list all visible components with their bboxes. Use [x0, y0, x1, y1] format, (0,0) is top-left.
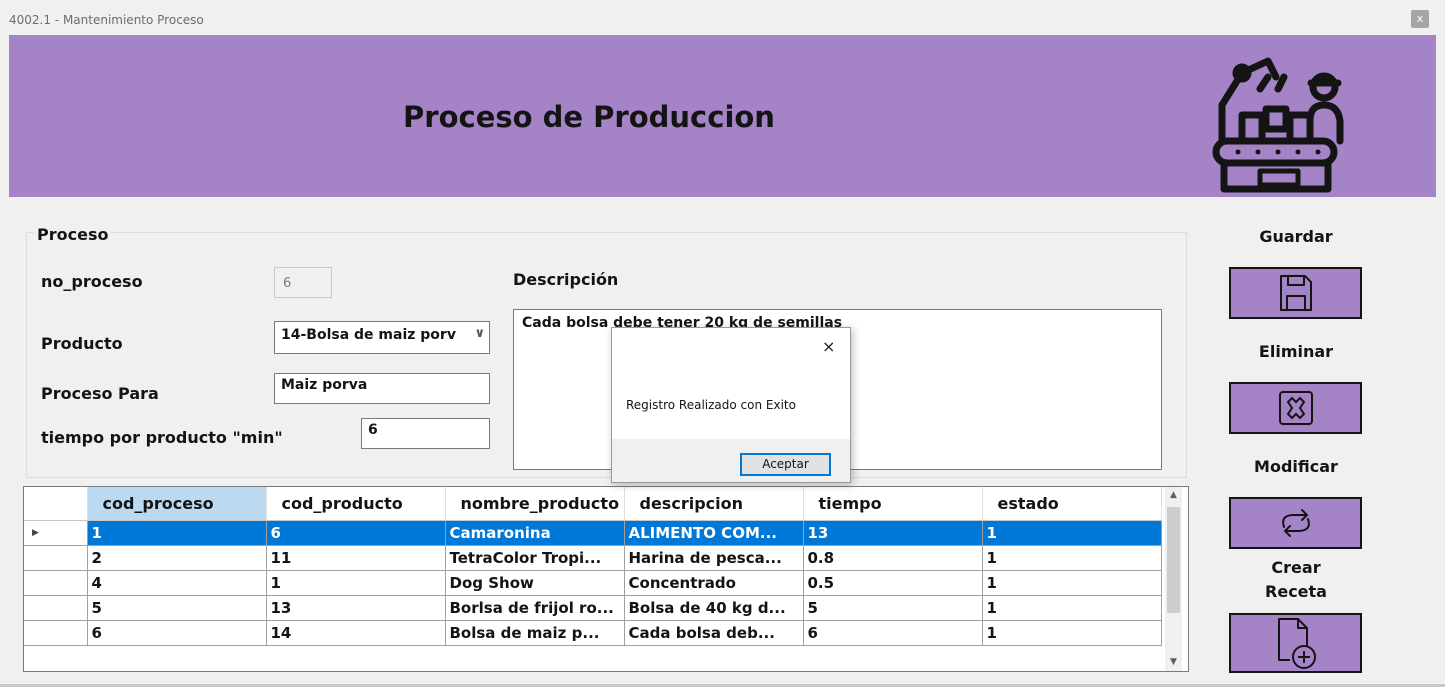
- table-cell[interactable]: 2: [87, 545, 267, 571]
- table-cell[interactable]: 1: [266, 570, 446, 596]
- column-header[interactable]: cod_producto: [266, 487, 446, 521]
- table-cell[interactable]: 1: [982, 595, 1162, 621]
- no-proceso-field[interactable]: 6: [274, 267, 332, 298]
- producto-select[interactable]: 14-Bolsa de maiz porv ∨: [274, 321, 490, 354]
- table-row[interactable]: 2 11 TetraColor Tropi... Harina de pesca…: [24, 545, 1162, 571]
- row-header[interactable]: [24, 545, 88, 571]
- table-cell[interactable]: ALIMENTO COM...: [624, 520, 804, 546]
- table-cell[interactable]: 13: [266, 595, 446, 621]
- table-cell[interactable]: Cada bolsa deb...: [624, 620, 804, 646]
- table-cell[interactable]: 13: [803, 520, 983, 546]
- tiempo-input[interactable]: 6: [361, 418, 490, 449]
- descripcion-label: Descripción: [513, 270, 619, 289]
- row-header[interactable]: [24, 595, 88, 621]
- row-header[interactable]: [24, 570, 88, 596]
- dialog-footer: Aceptar: [612, 439, 850, 482]
- grid-vertical-scrollbar[interactable]: ▲ ▼: [1165, 487, 1182, 671]
- producto-label: Producto: [41, 334, 123, 353]
- aceptar-button[interactable]: Aceptar: [740, 453, 831, 476]
- producto-select-value: 14-Bolsa de maiz porv: [281, 327, 456, 343]
- row-header-corner: [24, 487, 88, 521]
- column-header[interactable]: nombre_producto: [445, 487, 625, 521]
- crear-receta-label-line1: Crear: [1271, 558, 1321, 577]
- page-title: Proceso de Produccion: [403, 100, 775, 134]
- table-cell[interactable]: 0.8: [803, 545, 983, 571]
- table-row[interactable]: 6 14 Bolsa de maiz p... Cada bolsa deb..…: [24, 620, 1162, 646]
- dialog-close-icon[interactable]: ×: [822, 337, 835, 356]
- scroll-up-icon[interactable]: ▲: [1165, 487, 1182, 504]
- procesos-grid[interactable]: cod_proceso cod_producto nombre_producto…: [23, 486, 1189, 672]
- delete-icon: [1278, 391, 1313, 425]
- table-cell[interactable]: Harina de pesca...: [624, 545, 804, 571]
- tiempo-label: tiempo por producto "min": [41, 428, 283, 447]
- groupbox-title: Proceso: [34, 225, 112, 244]
- scroll-thumb[interactable]: [1167, 507, 1180, 613]
- table-cell[interactable]: Borlsa de frijol ro...: [445, 595, 625, 621]
- title-bar: 4002.1 - Mantenimiento Proceso x: [0, 0, 1445, 35]
- window-title: 4002.1 - Mantenimiento Proceso: [9, 13, 204, 27]
- column-header[interactable]: estado: [982, 487, 1162, 521]
- header-banner: Proceso de Produccion: [9, 35, 1436, 197]
- modificar-label: Modificar: [1254, 457, 1338, 476]
- table-cell[interactable]: Bolsa de maiz p...: [445, 620, 625, 646]
- table-cell[interactable]: 5: [803, 595, 983, 621]
- table-cell[interactable]: 6: [803, 620, 983, 646]
- proceso-para-label: Proceso Para: [41, 384, 159, 403]
- row-indicator-icon: ▶: [24, 520, 88, 546]
- table-cell[interactable]: 1: [982, 545, 1162, 571]
- table-cell[interactable]: 6: [266, 520, 446, 546]
- table-cell[interactable]: 14: [266, 620, 446, 646]
- table-cell[interactable]: 5: [87, 595, 267, 621]
- table-cell[interactable]: Bolsa de 40 kg d...: [624, 595, 804, 621]
- dialog-message: Registro Realizado con Exito: [626, 398, 796, 412]
- table-cell[interactable]: 1: [982, 620, 1162, 646]
- crear-receta-button[interactable]: [1229, 613, 1362, 673]
- table-cell[interactable]: 1: [982, 570, 1162, 596]
- column-header[interactable]: tiempo: [803, 487, 983, 521]
- table-cell[interactable]: Dog Show: [445, 570, 625, 596]
- table-cell[interactable]: TetraColor Tropi...: [445, 545, 625, 571]
- table-row[interactable]: 5 13 Borlsa de frijol ro... Bolsa de 40 …: [24, 595, 1162, 621]
- chevron-down-icon: ∨: [474, 326, 485, 341]
- new-file-icon: [1277, 618, 1316, 669]
- proceso-para-input[interactable]: Maiz porva: [274, 373, 490, 404]
- table-cell[interactable]: Concentrado: [624, 570, 804, 596]
- table-cell[interactable]: 1: [87, 520, 267, 546]
- row-header[interactable]: [24, 620, 88, 646]
- column-header[interactable]: descripcion: [624, 487, 804, 521]
- scroll-down-icon[interactable]: ▼: [1165, 654, 1182, 671]
- table-cell[interactable]: 0.5: [803, 570, 983, 596]
- eliminar-label: Eliminar: [1258, 342, 1334, 361]
- guardar-button[interactable]: [1229, 267, 1362, 319]
- table-cell[interactable]: 1: [982, 520, 1162, 546]
- table-cell[interactable]: 11: [266, 545, 446, 571]
- table-row[interactable]: ▶ 1 6 Camaronina ALIMENTO COM... 13 1: [24, 520, 1162, 546]
- table-row[interactable]: 4 1 Dog Show Concentrado 0.5 1: [24, 570, 1162, 596]
- eliminar-button[interactable]: [1229, 382, 1362, 434]
- window-border: [0, 35, 9, 687]
- table-cell[interactable]: Camaronina: [445, 520, 625, 546]
- no-proceso-label: no_proceso: [41, 272, 143, 291]
- guardar-label: Guardar: [1259, 227, 1333, 246]
- save-icon: [1279, 275, 1312, 311]
- factory-worker-conveyor-icon: [1212, 57, 1344, 193]
- crear-receta-label-line2: Receta: [1265, 582, 1327, 601]
- modificar-button[interactable]: [1229, 497, 1362, 549]
- table-cell[interactable]: 6: [87, 620, 267, 646]
- window-close-button[interactable]: x: [1411, 10, 1429, 28]
- table-cell[interactable]: 4: [87, 570, 267, 596]
- refresh-icon: [1281, 509, 1310, 537]
- procesos-table: cod_proceso cod_producto nombre_producto…: [24, 487, 1162, 646]
- column-header[interactable]: cod_proceso: [87, 487, 267, 521]
- message-dialog: × Registro Realizado con Exito Aceptar: [611, 327, 851, 483]
